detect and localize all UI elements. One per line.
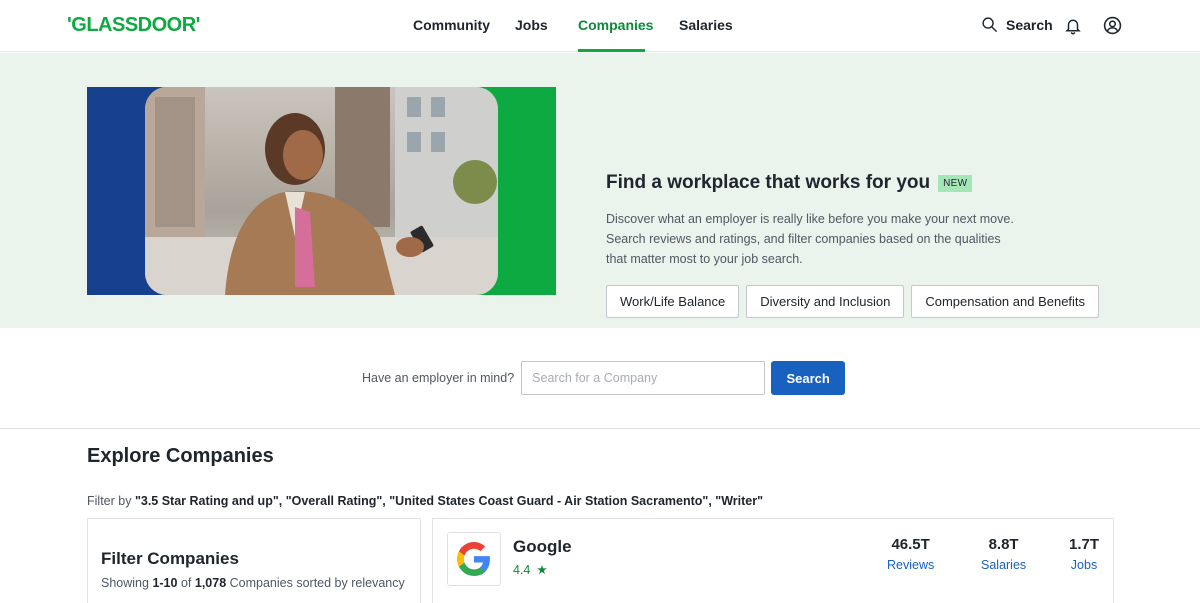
active-filters: Filter by "3.5 Star Rating and up", "Ove… <box>87 494 763 508</box>
nav-jobs[interactable]: Jobs <box>515 17 548 33</box>
hero-banner: Find a workplace that works for you NEW … <box>0 53 1200 328</box>
results-of: of <box>180 576 192 590</box>
star-icon: ★ <box>536 563 548 577</box>
showing-prefix: Showing <box>101 576 149 590</box>
chip-diversity-inclusion[interactable]: Diversity and Inclusion <box>746 285 905 318</box>
stat-salaries: 8.8T Salaries <box>981 536 1026 572</box>
hero-description: Discover what an employer is really like… <box>606 212 1014 266</box>
hero-title: Find a workplace that works for you NEW <box>606 172 973 194</box>
hero-title-text: Find a workplace that works for you <box>606 172 931 193</box>
company-rating: 4.4 ★ <box>513 562 548 578</box>
stat-jobs: 1.7T Jobs <box>1069 536 1099 572</box>
employer-search-label: Have an employer in mind? <box>362 371 515 385</box>
quality-chips: Work/Life Balance Diversity and Inclusio… <box>606 285 1100 318</box>
salaries-link[interactable]: Salaries <box>981 558 1026 572</box>
google-logo-icon <box>457 542 490 576</box>
company-search-button[interactable]: Search <box>771 361 846 395</box>
search-icon <box>982 17 998 33</box>
chip-work-life-balance[interactable]: Work/Life Balance <box>606 285 740 318</box>
filter-panel-title: Filter Companies <box>101 549 239 568</box>
rating-value: 4.4 <box>513 562 531 577</box>
results-total: 1,078 <box>194 576 227 590</box>
results-range: 1-10 <box>152 576 178 590</box>
nav-community[interactable]: Community <box>413 17 490 33</box>
top-header: 'GLASSDOOR' Community Jobs Companies Sal… <box>0 0 1200 52</box>
hero-image <box>87 87 556 295</box>
header-search-button[interactable]: Search <box>981 16 1053 33</box>
filter-values: "3.5 Star Rating and up", "Overall Ratin… <box>134 494 764 508</box>
chip-compensation-benefits[interactable]: Compensation and Benefits <box>911 285 1100 318</box>
account-button[interactable] <box>1103 16 1122 40</box>
jobs-link[interactable]: Jobs <box>1069 558 1099 572</box>
salaries-count: 8.8T <box>988 536 1019 553</box>
filter-companies-panel: Filter Companies Showing 1-10 of 1,078 C… <box>87 518 421 603</box>
results-suffix: Companies sorted by relevancy <box>229 576 405 590</box>
company-name[interactable]: Google <box>513 537 572 557</box>
jobs-count: 1.7T <box>1069 536 1100 553</box>
section-divider <box>0 428 1200 429</box>
stat-reviews: 46.5T Reviews <box>887 536 934 572</box>
notifications-button[interactable] <box>1064 16 1082 40</box>
filter-prefix: Filter by <box>87 494 132 508</box>
bell-icon <box>1065 19 1081 35</box>
nav-companies[interactable]: Companies <box>578 17 653 33</box>
employer-search-row: Have an employer in mind? Search <box>362 361 846 395</box>
explore-companies-title: Explore Companies <box>87 445 274 467</box>
nav-salaries[interactable]: Salaries <box>679 17 733 33</box>
header-search-label: Search <box>1006 16 1053 33</box>
user-icon <box>1103 16 1122 35</box>
company-logo[interactable] <box>447 532 501 586</box>
company-search-input[interactable] <box>521 361 766 395</box>
hero-photo-woman-with-phone <box>145 87 498 295</box>
company-card[interactable]: Google 4.4 ★ 46.5T Reviews 8.8T Salaries… <box>432 518 1114 603</box>
reviews-link[interactable]: Reviews <box>887 558 934 572</box>
results-count: Showing 1-10 of 1,078 Companies sorted b… <box>101 576 405 590</box>
active-nav-underline <box>578 49 645 52</box>
reviews-count: 46.5T <box>891 536 930 553</box>
new-badge: NEW <box>938 174 973 192</box>
